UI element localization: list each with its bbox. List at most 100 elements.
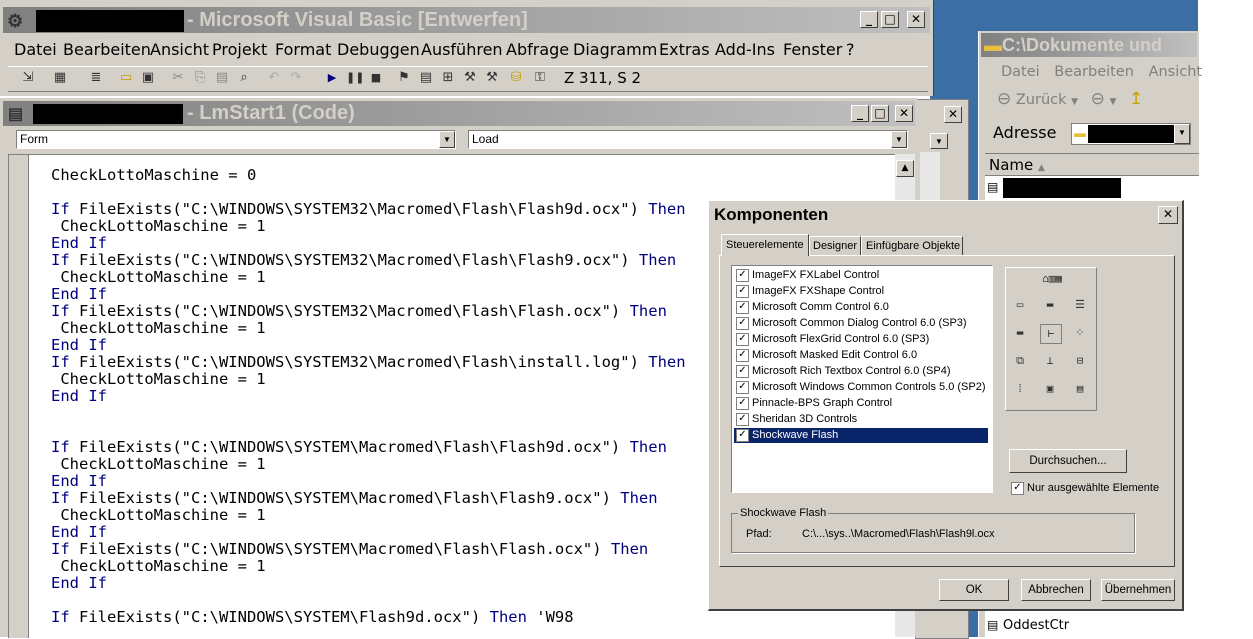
code-line[interactable]: End If <box>51 388 107 405</box>
list-item[interactable]: ✓ Microsoft Rich Textbox Control 6.0 (SP4… <box>734 364 988 379</box>
component-manager-icon[interactable]: ⚿ <box>532 70 548 86</box>
list-item[interactable]: ✓ Sheridan 3D Controls <box>734 412 988 427</box>
folder-up-icon[interactable]: ↥ <box>1129 89 1143 109</box>
list-item[interactable]: ✓ Microsoft Masked Edit Control 6.0 <box>734 348 988 363</box>
menu-bearbeiten[interactable]: Bearbeiten <box>63 40 151 59</box>
checkbox-checked-icon[interactable]: ✓ <box>736 365 749 378</box>
code-line[interactable]: If FileExists("C:\WINDOWS\SYSTEM32\Macro… <box>51 201 686 218</box>
menu-diagramm[interactable]: Diagramm <box>573 40 657 59</box>
checkbox-checked-icon[interactable]: ✓ <box>736 413 749 426</box>
code-line[interactable]: End If <box>51 337 107 354</box>
chevron-down-icon[interactable]: ▼ <box>1110 97 1117 107</box>
menu-projekt[interactable]: Projekt <box>212 40 267 59</box>
pause-icon[interactable]: ❚❚ <box>346 70 364 86</box>
code-line[interactable]: CheckLottoMaschine = 1 <box>51 507 265 524</box>
explorer-menu-bearbeiten[interactable]: Bearbeiten <box>1054 64 1134 80</box>
scroll-down-button[interactable]: ▼ <box>930 133 948 149</box>
code-line[interactable]: If FileExists("C:\WINDOWS\SYSTEM\Macrome… <box>51 490 658 507</box>
list-item[interactable]: ✓ Microsoft Common Dialog Control 6.0 (SP… <box>734 316 988 331</box>
forward-icon[interactable]: ⊖ <box>1091 89 1105 109</box>
menu-editor-icon[interactable]: ≣ <box>88 70 104 86</box>
tab-einfuegbare-objekte[interactable]: Einfügbare Objekte <box>861 236 963 255</box>
checkbox-checked-icon[interactable]: ✓ <box>736 301 749 314</box>
checkbox-checked-icon[interactable]: ✓ <box>736 269 749 282</box>
menu-addins[interactable]: Add-Ins <box>715 40 775 59</box>
code-line[interactable]: End If <box>51 575 107 592</box>
checkbox-checked-icon[interactable]: ✓ <box>736 429 749 442</box>
back-icon[interactable]: ⊖ <box>997 89 1011 109</box>
list-item[interactable]: ✓ Pinnacle-BPS Graph Control <box>734 396 988 411</box>
explorer-menu-datei[interactable]: Datei <box>1001 64 1040 80</box>
copy-icon[interactable]: ⎘ <box>192 70 208 86</box>
menu-help[interactable]: ? <box>846 40 855 59</box>
chevron-down-icon[interactable]: ▼ <box>891 131 907 148</box>
run-icon[interactable]: ▶ <box>324 70 340 86</box>
code-line[interactable]: If FileExists("C:\WINDOWS\SYSTEM32\Macro… <box>51 252 676 269</box>
checkbox-checked-icon[interactable]: ✓ <box>1011 482 1024 495</box>
procedure-combo[interactable]: Load ▼ <box>468 130 908 149</box>
menu-ansicht[interactable]: Ansicht <box>150 40 209 59</box>
close-button[interactable]: ✕ <box>895 105 913 122</box>
name-column-header[interactable]: Name ▲ <box>985 154 1199 176</box>
properties-icon[interactable]: ▤ <box>418 70 434 86</box>
code-line[interactable]: CheckLottoMaschine = 1 <box>51 218 265 235</box>
checkbox-checked-icon[interactable]: ✓ <box>736 397 749 410</box>
paste-icon[interactable]: ▤ <box>214 70 230 86</box>
code-line[interactable]: CheckLottoMaschine = 1 <box>51 558 265 575</box>
checkbox-checked-icon[interactable]: ✓ <box>736 317 749 330</box>
menu-debuggen[interactable]: Debuggen <box>337 40 420 59</box>
save-icon[interactable]: ▣ <box>140 70 156 86</box>
only-selected-checkbox[interactable]: ✓ Nur ausgewählte Elemente <box>1011 481 1171 497</box>
code-line[interactable]: If FileExists("C:\WINDOWS\SYSTEM\Flash9d… <box>51 609 574 626</box>
find-icon[interactable]: ⌕ <box>236 70 252 86</box>
close-icon[interactable]: ✕ <box>944 106 962 123</box>
checkbox-checked-icon[interactable]: ✓ <box>736 333 749 346</box>
add-form-icon[interactable]: ▦ <box>52 70 68 86</box>
checkbox-checked-icon[interactable]: ✓ <box>736 349 749 362</box>
maximize-button[interactable]: □ <box>871 105 889 122</box>
list-item[interactable]: ✓ Shockwave Flash <box>734 428 988 443</box>
list-item[interactable]: ✓ ImageFX FXLabel Control <box>734 268 988 283</box>
menu-ausfuehren[interactable]: Ausführen <box>421 40 503 59</box>
data-view-icon[interactable]: ⛁ <box>508 70 524 86</box>
undo-icon[interactable]: ↶ <box>266 70 282 86</box>
checkbox-checked-icon[interactable]: ✓ <box>736 381 749 394</box>
form-layout-icon[interactable]: ⊞ <box>440 70 456 86</box>
scroll-up-button[interactable]: ▲ <box>896 160 914 177</box>
apply-button[interactable]: Übernehmen <box>1101 579 1175 601</box>
project-explorer-icon[interactable]: ⚑ <box>396 70 412 86</box>
close-button[interactable]: ✕ <box>907 11 925 28</box>
explorer-menu-ansicht[interactable]: Ansicht <box>1149 64 1203 80</box>
list-item[interactable]: ✓ Microsoft Windows Common Controls 5.0 (… <box>734 380 988 395</box>
add-project-icon[interactable]: ⇲ <box>20 70 36 86</box>
minimize-button[interactable]: _ <box>851 105 869 122</box>
code-line[interactable]: End If <box>51 524 107 541</box>
menu-abfrage[interactable]: Abfrage <box>506 40 569 59</box>
maximize-button[interactable]: □ <box>881 11 899 28</box>
menu-fenster[interactable]: Fenster <box>783 40 842 59</box>
redo-icon[interactable]: ↷ <box>288 70 304 86</box>
back-button[interactable]: Zurück <box>1016 92 1067 108</box>
list-item[interactable]: ▤ <box>985 178 1199 198</box>
address-dropdown-button[interactable]: ▼ <box>1174 124 1190 144</box>
close-button[interactable]: ✕ <box>1158 206 1178 224</box>
code-line[interactable]: End If <box>51 473 107 490</box>
code-line[interactable]: If FileExists("C:\WINDOWS\SYSTEM32\Macro… <box>51 354 686 371</box>
chevron-down-icon[interactable]: ▼ <box>1071 97 1078 107</box>
minimize-button[interactable]: _ <box>860 11 878 28</box>
code-line[interactable]: If FileExists("C:\WINDOWS\SYSTEM32\Macro… <box>51 303 667 320</box>
list-item[interactable]: ▤ OddestCtr <box>985 616 1199 638</box>
controls-list[interactable]: ✓ ImageFX FXLabel Control ✓ ImageFX FXShape… <box>731 265 993 493</box>
chevron-down-icon[interactable]: ▼ <box>439 131 455 148</box>
open-icon[interactable]: ▭ <box>118 70 134 86</box>
code-line[interactable]: If FileExists("C:\WINDOWS\SYSTEM\Macrome… <box>51 541 648 558</box>
cancel-button[interactable]: Abbrechen <box>1021 579 1091 601</box>
menu-format[interactable]: Format <box>275 40 331 59</box>
object-combo[interactable]: Form ▼ <box>16 130 456 149</box>
ok-button[interactable]: OK <box>939 579 1009 601</box>
address-input[interactable]: ▬ ▼ <box>1071 123 1191 145</box>
list-item[interactable]: ✓ ImageFX FXShape Control <box>734 284 988 299</box>
browse-button[interactable]: Durchsuchen... <box>1009 449 1127 473</box>
code-line[interactable]: End If <box>51 235 107 252</box>
stop-icon[interactable]: ■ <box>368 70 384 86</box>
